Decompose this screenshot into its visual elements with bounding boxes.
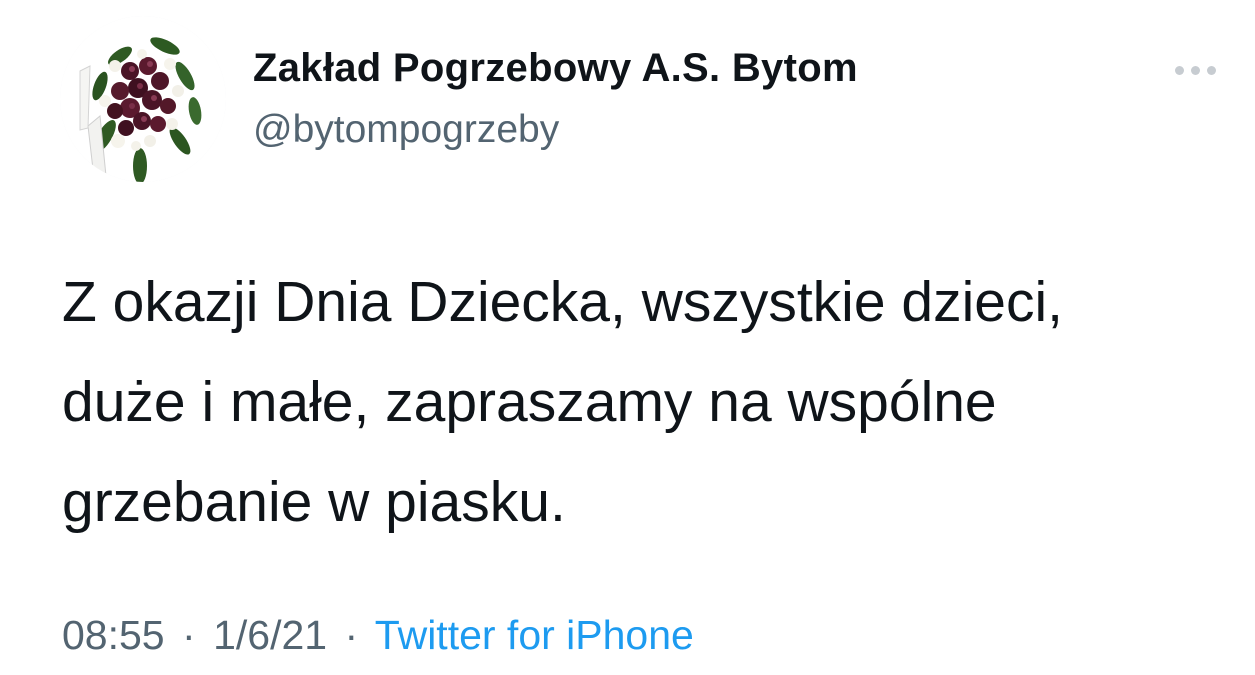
dot-icon [1207,66,1216,75]
tweet: Zakład Pogrzebowy A.S. Bytom @bytompogrz… [0,0,1255,675]
dot-icon [1191,66,1200,75]
funeral-wreath-icon [60,16,226,182]
dot-icon [1175,66,1184,75]
meta-separator: · [182,612,196,658]
more-options-icon[interactable] [1165,58,1225,82]
tweet-meta: 08:55 · 1/6/21 · Twitter for iPhone [62,612,694,659]
tweet-text-line: grzebanie w piasku. [62,470,566,534]
tweet-source-link[interactable]: Twitter for iPhone [375,612,694,658]
meta-separator: · [344,612,359,658]
avatar[interactable] [60,16,226,182]
tweet-date[interactable]: 1/6/21 [213,612,327,658]
tweet-text-line: duże i małe, zapraszamy na wspólne [62,370,997,434]
tweet-text: Z okazji Dnia Dziecka, wszystkie dzieci,… [62,252,1222,552]
tweet-text-line: Z okazji Dnia Dziecka, wszystkie dzieci, [62,270,1063,334]
author-display-name[interactable]: Zakład Pogrzebowy A.S. Bytom [253,46,858,91]
author-handle[interactable]: @bytompogrzeby [253,108,559,152]
tweet-time[interactable]: 08:55 [62,612,165,658]
